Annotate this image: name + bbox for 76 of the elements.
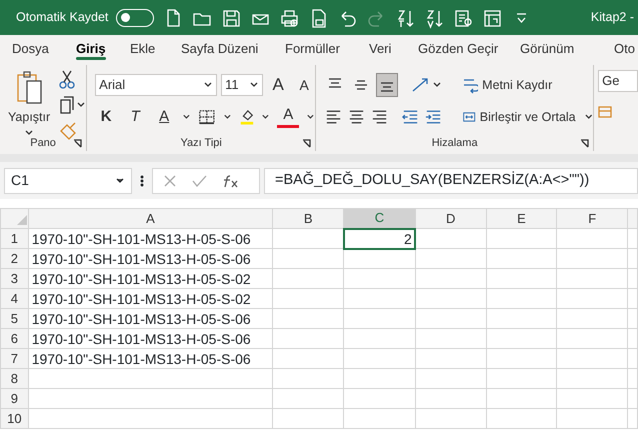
- cell: 1970-10"-SH-101-MS13-H-05-S-06: [28, 328, 273, 348]
- column-header[interactable]: F: [556, 208, 628, 228]
- cell: 1970-10"-SH-101-MS13-H-05-S-06: [28, 348, 273, 368]
- cell: 1970-10"-SH-101-MS13-H-05-S-06: [28, 248, 273, 268]
- shrink-font-button[interactable]: A: [293, 73, 316, 97]
- document-title: Kitap2 -: [590, 9, 634, 26]
- row-header[interactable]: 10: [0, 408, 28, 428]
- row-header[interactable]: 6: [0, 328, 28, 348]
- row-header[interactable]: 4: [0, 288, 28, 308]
- group-label: Yazı Tipi: [180, 136, 222, 150]
- row-header[interactable]: 9: [0, 388, 28, 408]
- fill-color-icon[interactable]: [238, 107, 254, 127]
- row-header[interactable]: 8: [0, 368, 28, 388]
- cell: 1970-10"-SH-101-MS13-H-05-S-06: [28, 308, 273, 328]
- cut-icon[interactable]: [58, 69, 76, 89]
- row-header[interactable]: 2: [0, 248, 28, 268]
- merge-center-button[interactable]: Birleştir ve Ortala: [463, 105, 576, 129]
- bold-button[interactable]: K: [95, 105, 118, 129]
- ribbon-tab[interactable]: Formüller: [285, 35, 340, 62]
- insert-function-icon[interactable]: [221, 174, 239, 188]
- number-format-dropdown[interactable]: Ge: [598, 70, 638, 92]
- ribbon-tab[interactable]: Giriş: [76, 35, 106, 62]
- caret-icon: [249, 81, 260, 89]
- paste-button[interactable]: Yapıştır: [8, 105, 50, 129]
- row-header[interactable]: 7: [0, 348, 28, 368]
- font-size-dropdown[interactable]: 11: [221, 74, 264, 96]
- copy-icon[interactable]: [58, 95, 86, 115]
- dialog-launcher-icon[interactable]: [580, 139, 590, 148]
- cell: 1970-10"-SH-101-MS13-H-05-S-02: [28, 268, 273, 288]
- ribbon-tab[interactable]: Dosya: [12, 35, 49, 62]
- column-header[interactable]: B: [272, 208, 344, 228]
- font-name-dropdown[interactable]: Arial: [95, 74, 218, 96]
- group-label: Hizalama: [432, 136, 478, 150]
- ribbon-tab[interactable]: Ekle: [130, 35, 156, 62]
- row-header[interactable]: 3: [0, 268, 28, 288]
- autosave-toggle[interactable]: [116, 8, 154, 26]
- wrap-text-button[interactable]: Metni Kaydır: [462, 73, 552, 97]
- caret-icon: [115, 176, 125, 184]
- formula-field[interactable]: =BAĞ_DEĞ_DOLU_SAY(BENZERSİZ(A:A<>"")): [264, 168, 638, 194]
- dialog-launcher-icon[interactable]: [73, 139, 82, 148]
- row-header[interactable]: 1: [0, 228, 28, 248]
- dialog-launcher-icon[interactable]: [302, 139, 312, 148]
- caret-icon[interactable]: [24, 129, 34, 137]
- ribbon-tab[interactable]: Gözden Geçir: [418, 35, 498, 62]
- caret-icon[interactable]: [306, 113, 316, 121]
- caret-icon[interactable]: [584, 113, 594, 121]
- group-label: Pano: [30, 136, 56, 150]
- caret-icon[interactable]: [182, 113, 191, 121]
- caret-icon[interactable]: [222, 113, 232, 121]
- column-header[interactable]: C: [344, 208, 416, 228]
- italic-button[interactable]: T: [124, 105, 146, 129]
- align-bottom-button[interactable]: [376, 73, 398, 97]
- font-size-value: 11: [225, 76, 239, 94]
- grow-font-button[interactable]: A: [267, 73, 290, 97]
- column-header[interactable]: D: [415, 208, 486, 228]
- column-header[interactable]: E: [486, 208, 557, 228]
- name-box-value: C1: [11, 171, 29, 190]
- ribbon-tab[interactable]: Oto: [614, 35, 635, 62]
- check-icon[interactable]: [191, 174, 207, 188]
- autosave-label: Otomatik Kaydet: [16, 9, 108, 26]
- name-box[interactable]: C1: [4, 168, 132, 194]
- cell: 1970-10"-SH-101-MS13-H-05-S-02: [28, 288, 273, 308]
- caret-icon[interactable]: [261, 113, 270, 121]
- cell: 1970-10"-SH-101-MS13-H-05-S-06: [28, 228, 273, 248]
- ribbon-tab[interactable]: Görünüm: [520, 35, 574, 62]
- underline-button[interactable]: A: [153, 105, 176, 129]
- column-header[interactable]: A: [28, 208, 273, 228]
- font-color-button[interactable]: A: [277, 106, 300, 128]
- drag-handle-icon[interactable]: [140, 174, 144, 186]
- ribbon-tab[interactable]: Veri: [369, 35, 392, 62]
- font-name-value: Arial: [99, 76, 126, 94]
- row-header[interactable]: 5: [0, 308, 28, 328]
- cell[interactable]: 2: [344, 228, 416, 248]
- caret-icon: [203, 81, 214, 89]
- borders-icon[interactable]: [198, 108, 216, 126]
- ribbon-tab[interactable]: Sayfa Düzeni: [181, 35, 258, 62]
